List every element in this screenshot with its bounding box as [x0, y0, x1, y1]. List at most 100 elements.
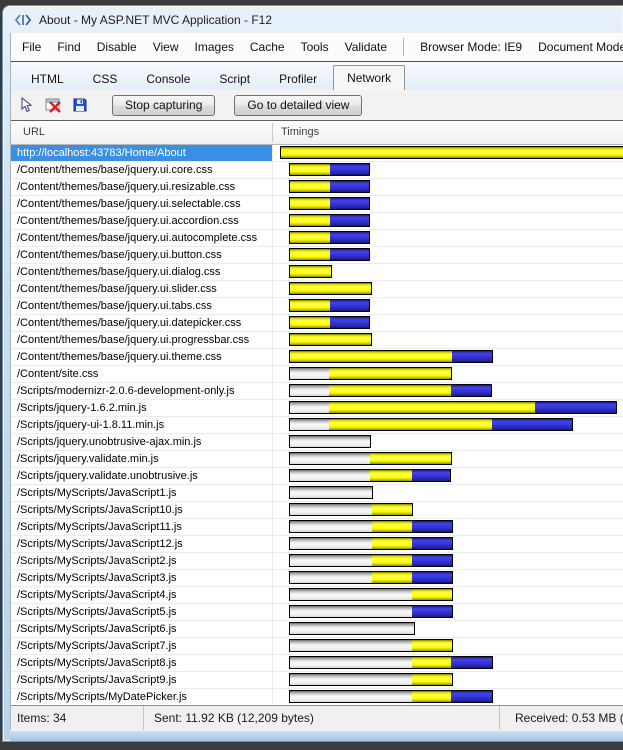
- table-row[interactable]: /Scripts/MyScripts/JavaScript1.js: [11, 485, 623, 502]
- table-row[interactable]: /Content/themes/base/jquery.ui.selectabl…: [11, 196, 623, 213]
- timing-cell: [272, 366, 623, 382]
- title-bar[interactable]: About - My ASP.NET MVC Application - F12: [3, 6, 623, 33]
- request-url: /Scripts/MyScripts/JavaScript8.js: [17, 657, 177, 669]
- request-url: /Scripts/jquery.unobtrusive-ajax.min.js: [17, 436, 202, 448]
- table-row[interactable]: /Scripts/MyScripts/JavaScript5.js: [11, 604, 623, 621]
- timing-segment-blue: [330, 215, 369, 226]
- timing-bar: [289, 197, 370, 210]
- menu-item-file[interactable]: File: [22, 40, 41, 54]
- request-url: /Content/themes/base/jquery.ui.datepicke…: [17, 317, 242, 329]
- timing-segment-yellow: [290, 334, 371, 345]
- tab-console[interactable]: Console: [133, 69, 203, 90]
- column-header-url[interactable]: URL: [23, 121, 45, 144]
- timing-bar: [289, 316, 370, 329]
- table-row[interactable]: /Content/themes/base/jquery.ui.accordion…: [11, 213, 623, 230]
- menu-item-cache[interactable]: Cache: [250, 40, 285, 54]
- timing-segment-yellow: [372, 572, 412, 583]
- timing-segment-yellow: [372, 555, 412, 566]
- timing-segment-blue: [451, 657, 492, 668]
- menu-item-disable[interactable]: Disable: [97, 40, 137, 54]
- table-row[interactable]: /Content/themes/base/jquery.ui.tabs.css: [11, 298, 623, 315]
- timing-bar: [289, 214, 370, 227]
- clear-entries-icon[interactable]: [44, 97, 62, 113]
- table-row[interactable]: /Content/themes/base/jquery.ui.progressb…: [11, 332, 623, 349]
- table-row[interactable]: /Scripts/jquery.validate.min.js: [11, 451, 623, 468]
- table-row[interactable]: /Scripts/MyScripts/JavaScript2.js: [11, 553, 623, 570]
- table-row[interactable]: /Scripts/jquery.validate.unobtrusive.js: [11, 468, 623, 485]
- timing-segment-blue: [535, 402, 616, 413]
- browser-mode-label[interactable]: Browser Mode: IE9: [420, 40, 522, 54]
- timing-cell: [272, 485, 623, 501]
- table-row[interactable]: http://localhost:43783/Home/About: [11, 145, 623, 162]
- document-mode-label[interactable]: Document Mode: IE9 standa: [538, 40, 623, 54]
- timing-bar: [289, 486, 373, 499]
- table-row[interactable]: /Content/themes/base/jquery.ui.theme.css: [11, 349, 623, 366]
- select-cursor-icon[interactable]: [17, 97, 35, 113]
- timing-bar: [289, 350, 493, 363]
- timing-cell: [272, 298, 623, 314]
- timing-segment-yellow: [412, 589, 452, 600]
- timing-segment-blue: [452, 351, 492, 362]
- table-row[interactable]: /Content/themes/base/jquery.ui.dialog.cs…: [11, 264, 623, 281]
- table-row[interactable]: /Scripts/MyScripts/JavaScript11.js: [11, 519, 623, 536]
- table-row[interactable]: /Scripts/MyScripts/JavaScript7.js: [11, 638, 623, 655]
- table-row[interactable]: /Content/themes/base/jquery.ui.button.cs…: [11, 247, 623, 264]
- table-row[interactable]: /Scripts/MyScripts/JavaScript8.js: [11, 655, 623, 672]
- timing-cell: [272, 417, 623, 433]
- table-row[interactable]: /Scripts/jquery-ui-1.8.11.min.js: [11, 417, 623, 434]
- timing-segment-yellow: [372, 504, 412, 515]
- menu-divider: [403, 38, 405, 56]
- stop-capturing-button[interactable]: Stop capturing: [112, 94, 216, 116]
- timing-segment-gray: [290, 504, 372, 515]
- timing-segment-gray: [290, 572, 372, 583]
- table-row[interactable]: /Scripts/MyScripts/JavaScript12.js: [11, 536, 623, 553]
- save-icon[interactable]: [71, 97, 89, 113]
- timing-cell: [272, 162, 623, 178]
- timing-segment-yellow: [290, 215, 330, 226]
- menu-item-tools[interactable]: Tools: [301, 40, 329, 54]
- timing-segment-yellow: [372, 538, 412, 549]
- table-row[interactable]: /Scripts/jquery-1.6.2.min.js: [11, 400, 623, 417]
- table-row[interactable]: /Scripts/MyScripts/JavaScript3.js: [11, 570, 623, 587]
- timing-cell: [272, 638, 623, 654]
- table-row[interactable]: /Content/themes/base/jquery.ui.slider.cs…: [11, 281, 623, 298]
- timing-segment-yellow: [329, 419, 492, 430]
- menu-item-find[interactable]: Find: [57, 40, 80, 54]
- table-row[interactable]: /Scripts/MyScripts/JavaScript9.js: [11, 672, 623, 689]
- timing-segment-blue: [451, 385, 491, 396]
- detailed-view-button[interactable]: Go to detailed view: [234, 94, 363, 116]
- tab-script[interactable]: Script: [206, 69, 263, 90]
- request-url: /Scripts/MyScripts/JavaScript10.js: [17, 504, 183, 516]
- table-row[interactable]: /Scripts/MyScripts/JavaScript4.js: [11, 587, 623, 604]
- timing-bar: [280, 146, 623, 159]
- table-row[interactable]: /Scripts/modernizr-2.0.6-development-onl…: [11, 383, 623, 400]
- table-row[interactable]: /Content/themes/base/jquery.ui.datepicke…: [11, 315, 623, 332]
- table-row[interactable]: /Scripts/MyScripts/JavaScript10.js: [11, 502, 623, 519]
- menu-item-images[interactable]: Images: [195, 40, 234, 54]
- request-url: /Content/themes/base/jquery.ui.theme.css: [17, 351, 222, 363]
- timing-segment-blue: [330, 232, 369, 243]
- client-area: File Find Disable View Images Cache Tools Valid…: [10, 33, 623, 731]
- table-row[interactable]: /Content/themes/base/jquery.ui.resizable…: [11, 179, 623, 196]
- timing-cell: [272, 230, 623, 246]
- table-row[interactable]: /Content/themes/base/jquery.ui.autocompl…: [11, 230, 623, 247]
- column-header-timings[interactable]: Timings: [281, 121, 319, 144]
- menu-item-validate[interactable]: Validate: [345, 40, 387, 54]
- table-row[interactable]: /Scripts/jquery.unobtrusive-ajax.min.js: [11, 434, 623, 451]
- menu-item-view[interactable]: View: [153, 40, 179, 54]
- timing-segment-yellow: [370, 470, 412, 481]
- timing-cell: [272, 434, 623, 450]
- table-row[interactable]: /Content/themes/base/jquery.ui.core.css: [11, 162, 623, 179]
- request-url: /Scripts/MyScripts/JavaScript1.js: [17, 487, 177, 499]
- table-row[interactable]: /Scripts/MyScripts/JavaScript6.js: [11, 621, 623, 638]
- tab-html[interactable]: HTML: [18, 69, 77, 90]
- tab-profiler[interactable]: Profiler: [266, 69, 330, 90]
- timing-segment-blue: [412, 555, 452, 566]
- timing-bar: [289, 248, 370, 261]
- table-row[interactable]: /Content/site.css: [11, 366, 623, 383]
- tab-css[interactable]: CSS: [80, 69, 131, 90]
- table-row[interactable]: /Scripts/MyScripts/MyDatePicker.js: [11, 689, 623, 706]
- timing-bar: [289, 333, 372, 346]
- tab-network[interactable]: Network: [333, 65, 406, 90]
- column-divider[interactable]: [272, 123, 273, 142]
